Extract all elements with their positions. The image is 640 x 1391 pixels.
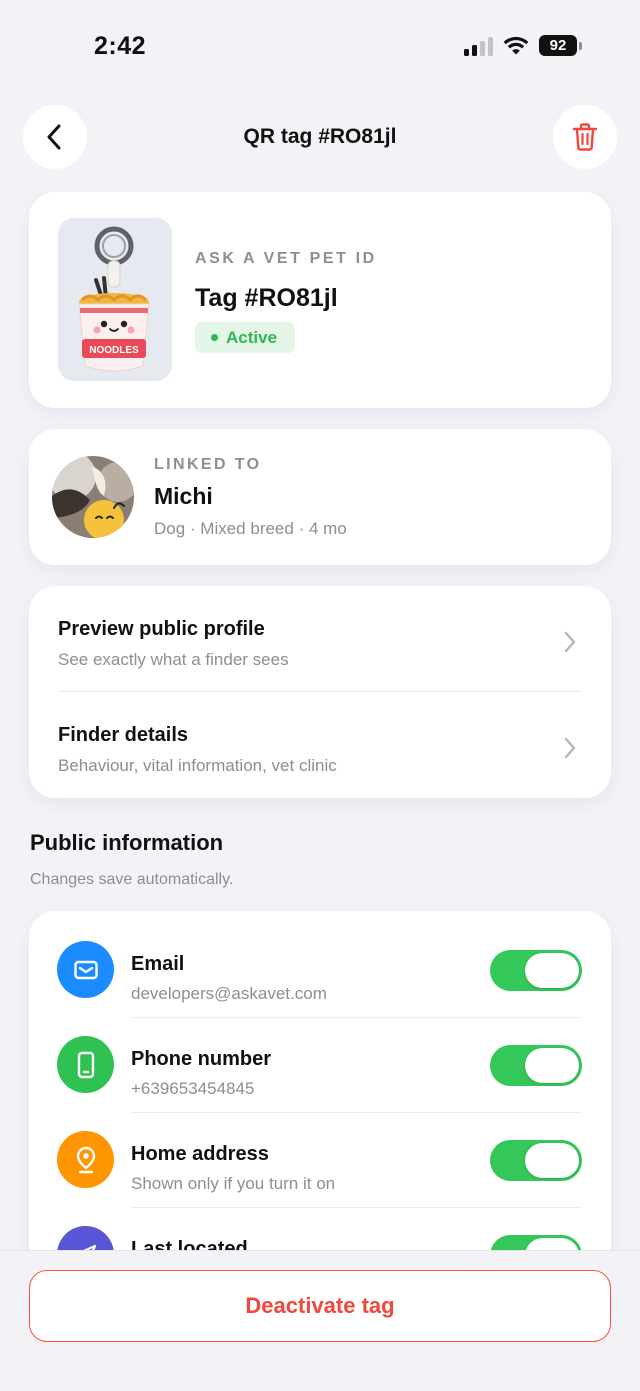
chevron-right-icon [564, 737, 576, 759]
status-badge-label: Active [226, 327, 278, 347]
home-address-row: Home address Shown only if you turn it o… [29, 1113, 611, 1208]
linked-eyebrow: LINKED TO [154, 456, 262, 473]
info-title: Home address [131, 1143, 269, 1165]
battery-icon: 92 [539, 35, 582, 56]
tag-thumbnail-text: NOODLES [89, 345, 139, 356]
status-icons: 92 [464, 35, 582, 56]
map-pin-icon [57, 1131, 114, 1188]
phone-toggle[interactable] [490, 1045, 582, 1086]
tag-name: Tag #RO81jl [195, 284, 338, 312]
chevron-right-icon [564, 631, 576, 653]
phone-row: Phone number +639653454845 [29, 1018, 611, 1113]
email-row: Email developers@askavet.com [29, 923, 611, 1018]
email-toggle[interactable] [490, 950, 582, 991]
status-badge: Active [195, 322, 296, 353]
info-subtitle: Shown only if you turn it on [131, 1174, 336, 1193]
info-subtitle: developers@askavet.com [131, 984, 327, 1003]
home-address-toggle[interactable] [490, 1140, 582, 1181]
tag-eyebrow: ASK A VET PET ID [195, 250, 377, 267]
status-dot-icon [211, 334, 218, 341]
pet-name: Michi [154, 483, 213, 509]
battery-level: 92 [539, 35, 577, 56]
pet-avatar [52, 456, 134, 538]
status-bar: 2:42 92 [0, 0, 640, 96]
info-title: Phone number [131, 1048, 272, 1070]
section-subtitle: Changes save automatically. [30, 871, 234, 888]
mail-icon [57, 941, 114, 998]
page-title: QR tag #RO81jl [243, 125, 397, 148]
noodle-cup-tag-image: NOODLES [78, 226, 150, 372]
preview-public-profile-row[interactable]: Preview public profile See exactly what … [29, 586, 611, 692]
linked-pet-card[interactable]: LINKED TO Michi Dog · Mixed breed · 4 mo [29, 429, 611, 565]
section-title: Public information [30, 830, 224, 855]
nav-bar: QR tag #RO81jl [0, 104, 640, 170]
info-title: Email [131, 953, 185, 975]
pet-photo-avatar [52, 456, 134, 538]
trash-icon [572, 123, 598, 151]
finder-details-row[interactable]: Finder details Behaviour, vital informat… [29, 692, 611, 798]
deactivate-tag-button[interactable]: Deactivate tag [29, 1270, 611, 1342]
wifi-icon [503, 36, 529, 54]
links-card: Preview public profile See exactly what … [29, 586, 611, 798]
tag-thumbnail: NOODLES [58, 218, 172, 381]
status-time: 2:42 [94, 32, 147, 60]
pet-meta: Dog · Mixed breed · 4 mo [154, 519, 347, 538]
link-subtitle: See exactly what a finder sees [58, 650, 289, 669]
phone-icon [57, 1036, 114, 1093]
link-subtitle: Behaviour, vital information, vet clinic [58, 756, 337, 775]
delete-tag-button[interactable] [553, 105, 617, 169]
tag-card: NOODLES ASK A VET PET ID Tag #RO81jl Act… [29, 192, 611, 408]
bottom-action-bar: Deactivate tag [0, 1250, 640, 1391]
info-subtitle: +639653454845 [131, 1079, 255, 1098]
link-title: Preview public profile [58, 618, 265, 640]
link-title: Finder details [58, 724, 189, 746]
cellular-signal-icon [464, 36, 493, 56]
